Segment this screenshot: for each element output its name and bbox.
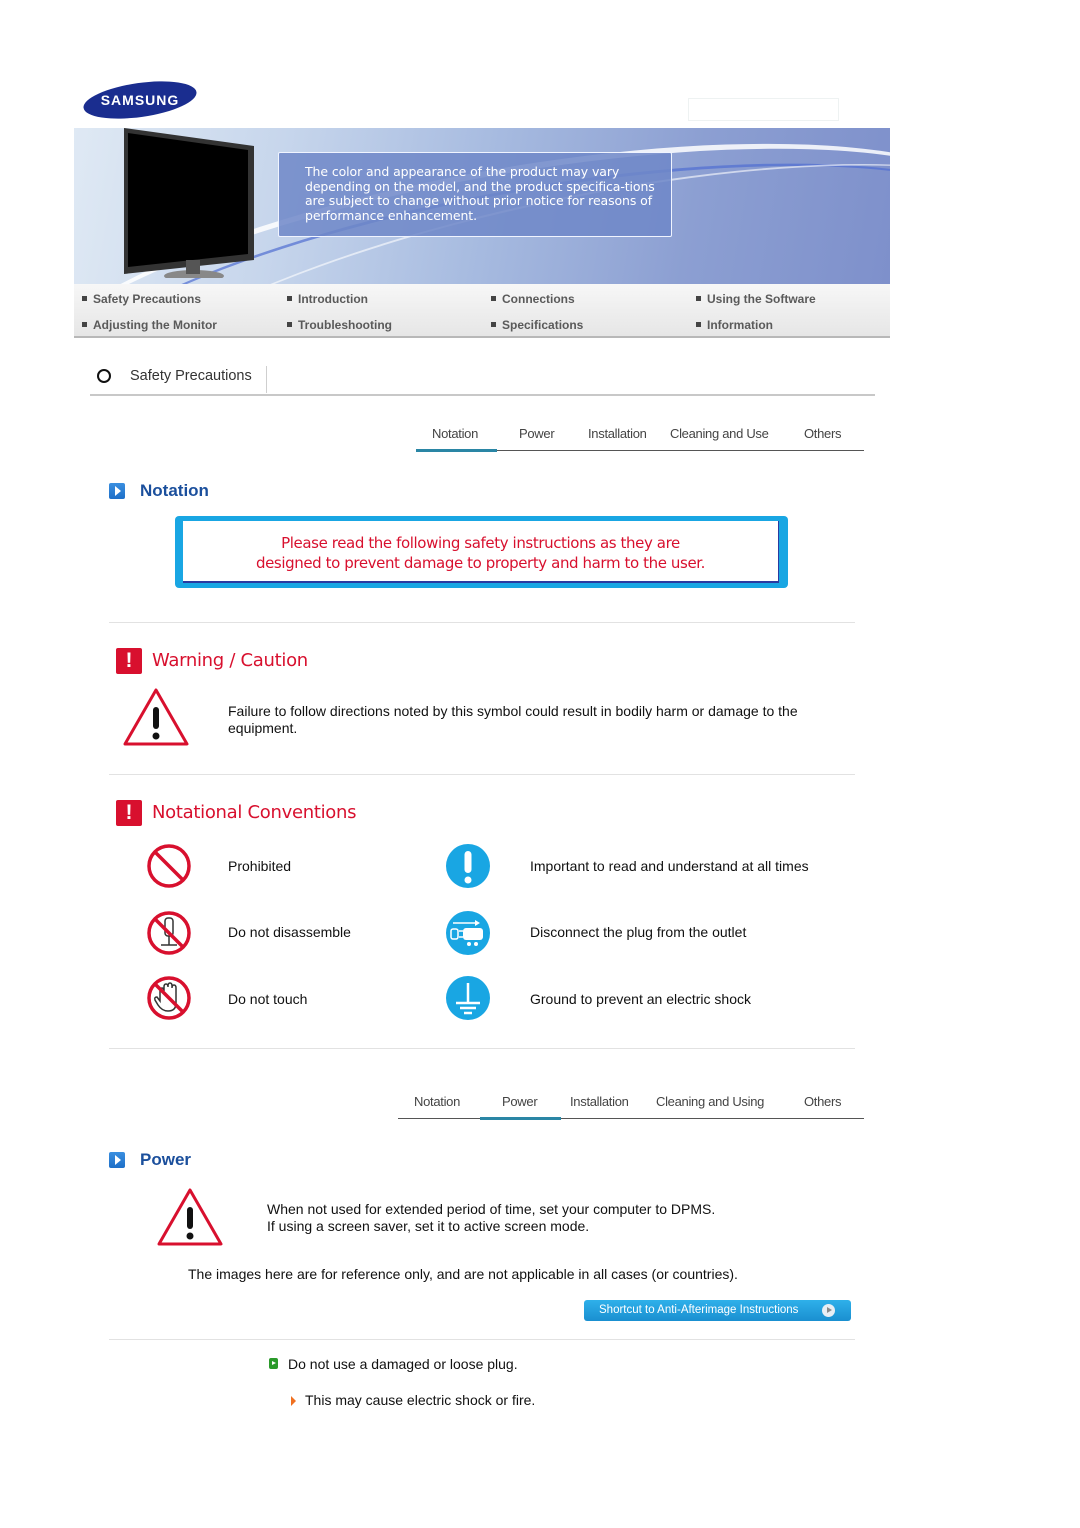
notice-line-1: Please read the following safety instruc… bbox=[281, 534, 680, 552]
tab-notation[interactable]: Notation bbox=[432, 426, 478, 441]
convention-label: Do not touch bbox=[228, 991, 308, 1007]
bullet-icon bbox=[82, 296, 87, 301]
exclamation-badge-icon bbox=[116, 800, 142, 826]
nav-label: Adjusting the Monitor bbox=[93, 318, 217, 332]
hero-banner: The color and appearance of the product … bbox=[74, 128, 890, 284]
bullet-icon bbox=[287, 322, 292, 327]
button-label: Shortcut to Anti-Afterimage Instructions bbox=[599, 1304, 799, 1316]
dpms-line-1: When not used for extended period of tim… bbox=[267, 1201, 716, 1217]
green-bullet-icon bbox=[269, 1358, 278, 1369]
tab-installation[interactable]: Installation bbox=[588, 426, 647, 441]
samsung-logo: SAMSUNG bbox=[82, 81, 198, 119]
banner-notice-box: The color and appearance of the product … bbox=[278, 152, 672, 237]
reference-note: The images here are for reference only, … bbox=[188, 1266, 738, 1282]
important-icon bbox=[446, 844, 490, 888]
bullet-icon bbox=[696, 322, 701, 327]
orange-arrow-icon bbox=[291, 1396, 296, 1406]
bullet-icon bbox=[696, 296, 701, 301]
prohibited-icon bbox=[147, 844, 191, 888]
divider bbox=[109, 1048, 855, 1049]
convention-label: Important to read and understand at all … bbox=[530, 858, 809, 874]
divider bbox=[109, 622, 855, 623]
power-item: Do not use a damaged or loose plug. bbox=[288, 1356, 518, 1372]
divider bbox=[266, 366, 267, 393]
top-nav: Safety Precautions Introduction Connecti… bbox=[74, 284, 890, 338]
tabs-power: Notation Power Installation Cleaning and… bbox=[398, 1088, 864, 1120]
nav-introduction[interactable]: Introduction bbox=[287, 292, 368, 306]
warning-triangle-icon bbox=[123, 688, 189, 746]
active-tab-indicator bbox=[480, 1117, 561, 1120]
nav-troubleshooting[interactable]: Troubleshooting bbox=[287, 318, 392, 332]
convention-label: Prohibited bbox=[228, 858, 292, 874]
nav-label: Information bbox=[707, 318, 773, 332]
tab-notation[interactable]: Notation bbox=[414, 1094, 460, 1109]
section-title: Safety Precautions bbox=[130, 368, 252, 384]
nav-information[interactable]: Information bbox=[696, 318, 773, 332]
ring-icon bbox=[97, 369, 111, 383]
nav-safety-precautions[interactable]: Safety Precautions bbox=[82, 292, 201, 306]
nav-adjusting-the-monitor[interactable]: Adjusting the Monitor bbox=[82, 318, 217, 332]
bullet-icon bbox=[82, 322, 87, 327]
play-icon bbox=[822, 1304, 835, 1317]
notation-heading: Notation bbox=[140, 481, 209, 500]
read-instructions-notice: Please read the following safety instruc… bbox=[175, 516, 788, 588]
active-tab-indicator bbox=[416, 449, 497, 452]
tab-cleaning-and-use[interactable]: Cleaning and Use bbox=[670, 426, 769, 441]
disconnect-plug-icon bbox=[446, 911, 490, 955]
tab-installation[interactable]: Installation bbox=[570, 1094, 629, 1109]
warning-triangle-icon bbox=[157, 1188, 223, 1246]
bullet-icon bbox=[491, 322, 496, 327]
power-item-detail: This may cause electric shock or fire. bbox=[305, 1392, 536, 1408]
tab-cleaning-and-using[interactable]: Cleaning and Using bbox=[656, 1094, 764, 1109]
tab-power[interactable]: Power bbox=[502, 1094, 538, 1109]
anti-afterimage-shortcut-button[interactable]: Shortcut to Anti-Afterimage Instructions bbox=[584, 1300, 851, 1321]
convention-label: Do not disassemble bbox=[228, 924, 351, 940]
bullet-icon bbox=[491, 296, 496, 301]
monitor-image bbox=[124, 128, 254, 278]
section-arrow-icon bbox=[109, 483, 125, 499]
do-not-touch-icon bbox=[147, 976, 191, 1020]
tab-others[interactable]: Others bbox=[804, 426, 842, 441]
banner-notice-text: The color and appearance of the product … bbox=[305, 164, 655, 223]
power-heading: Power bbox=[140, 1150, 192, 1169]
dpms-line-2: If using a screen saver, set it to activ… bbox=[267, 1218, 590, 1234]
notice-line-2: designed to prevent damage to property a… bbox=[255, 554, 706, 572]
nav-label: Troubleshooting bbox=[298, 318, 392, 332]
warning-caution-title: Warning / Caution bbox=[152, 650, 308, 671]
header-blank-box bbox=[688, 98, 839, 121]
section-header: Safety Precautions bbox=[90, 362, 875, 396]
warning-description: Failure to follow directions noted by th… bbox=[228, 703, 798, 736]
do-not-disassemble-icon bbox=[147, 911, 191, 955]
bullet-icon bbox=[287, 296, 292, 301]
convention-label: Disconnect the plug from the outlet bbox=[530, 924, 747, 940]
tab-others[interactable]: Others bbox=[804, 1094, 842, 1109]
exclamation-badge-icon bbox=[116, 648, 142, 674]
nav-connections[interactable]: Connections bbox=[491, 292, 575, 306]
divider bbox=[109, 1339, 855, 1340]
section-arrow-icon bbox=[109, 1152, 125, 1168]
conventions-title: Notational Conventions bbox=[152, 802, 357, 823]
divider bbox=[109, 774, 855, 775]
convention-label: Ground to prevent an electric shock bbox=[530, 991, 752, 1007]
nav-label: Introduction bbox=[298, 292, 368, 306]
ground-icon bbox=[446, 976, 490, 1020]
nav-specifications[interactable]: Specifications bbox=[491, 318, 583, 332]
nav-label: Connections bbox=[502, 292, 575, 306]
nav-label: Specifications bbox=[502, 318, 584, 332]
nav-label: Safety Precautions bbox=[93, 292, 202, 306]
brand-text: SAMSUNG bbox=[101, 92, 180, 108]
tab-power[interactable]: Power bbox=[519, 426, 555, 441]
tabs-notation: Notation Power Installation Cleaning and… bbox=[416, 420, 864, 452]
nav-label: Using the Software bbox=[707, 292, 816, 306]
nav-using-the-software[interactable]: Using the Software bbox=[696, 292, 816, 306]
